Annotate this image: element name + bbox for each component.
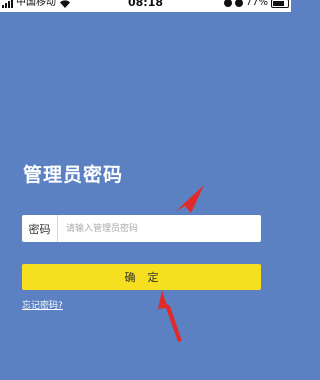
page-title: 管理员密码 — [23, 164, 124, 186]
forgot-password-link[interactable]: 忘记密码? — [22, 298, 63, 311]
confirm-button[interactable]: 确定 — [22, 264, 261, 290]
status-right: 77% — [223, 0, 289, 9]
battery-level — [273, 0, 284, 6]
battery-icon — [271, 0, 289, 8]
orientation-lock-icon — [223, 0, 232, 7]
password-input[interactable] — [58, 215, 261, 242]
password-label: 密码 — [22, 215, 58, 242]
password-field: 密码 — [22, 215, 261, 242]
alarm-icon — [234, 0, 243, 7]
status-bar: 中国移动 08:18 77% — [0, 0, 291, 12]
annotation-arrows — [158, 185, 204, 342]
battery-percent: 77% — [245, 0, 268, 8]
annotation-arrow-input — [176, 185, 204, 213]
annotation-arrow-button — [158, 290, 182, 342]
